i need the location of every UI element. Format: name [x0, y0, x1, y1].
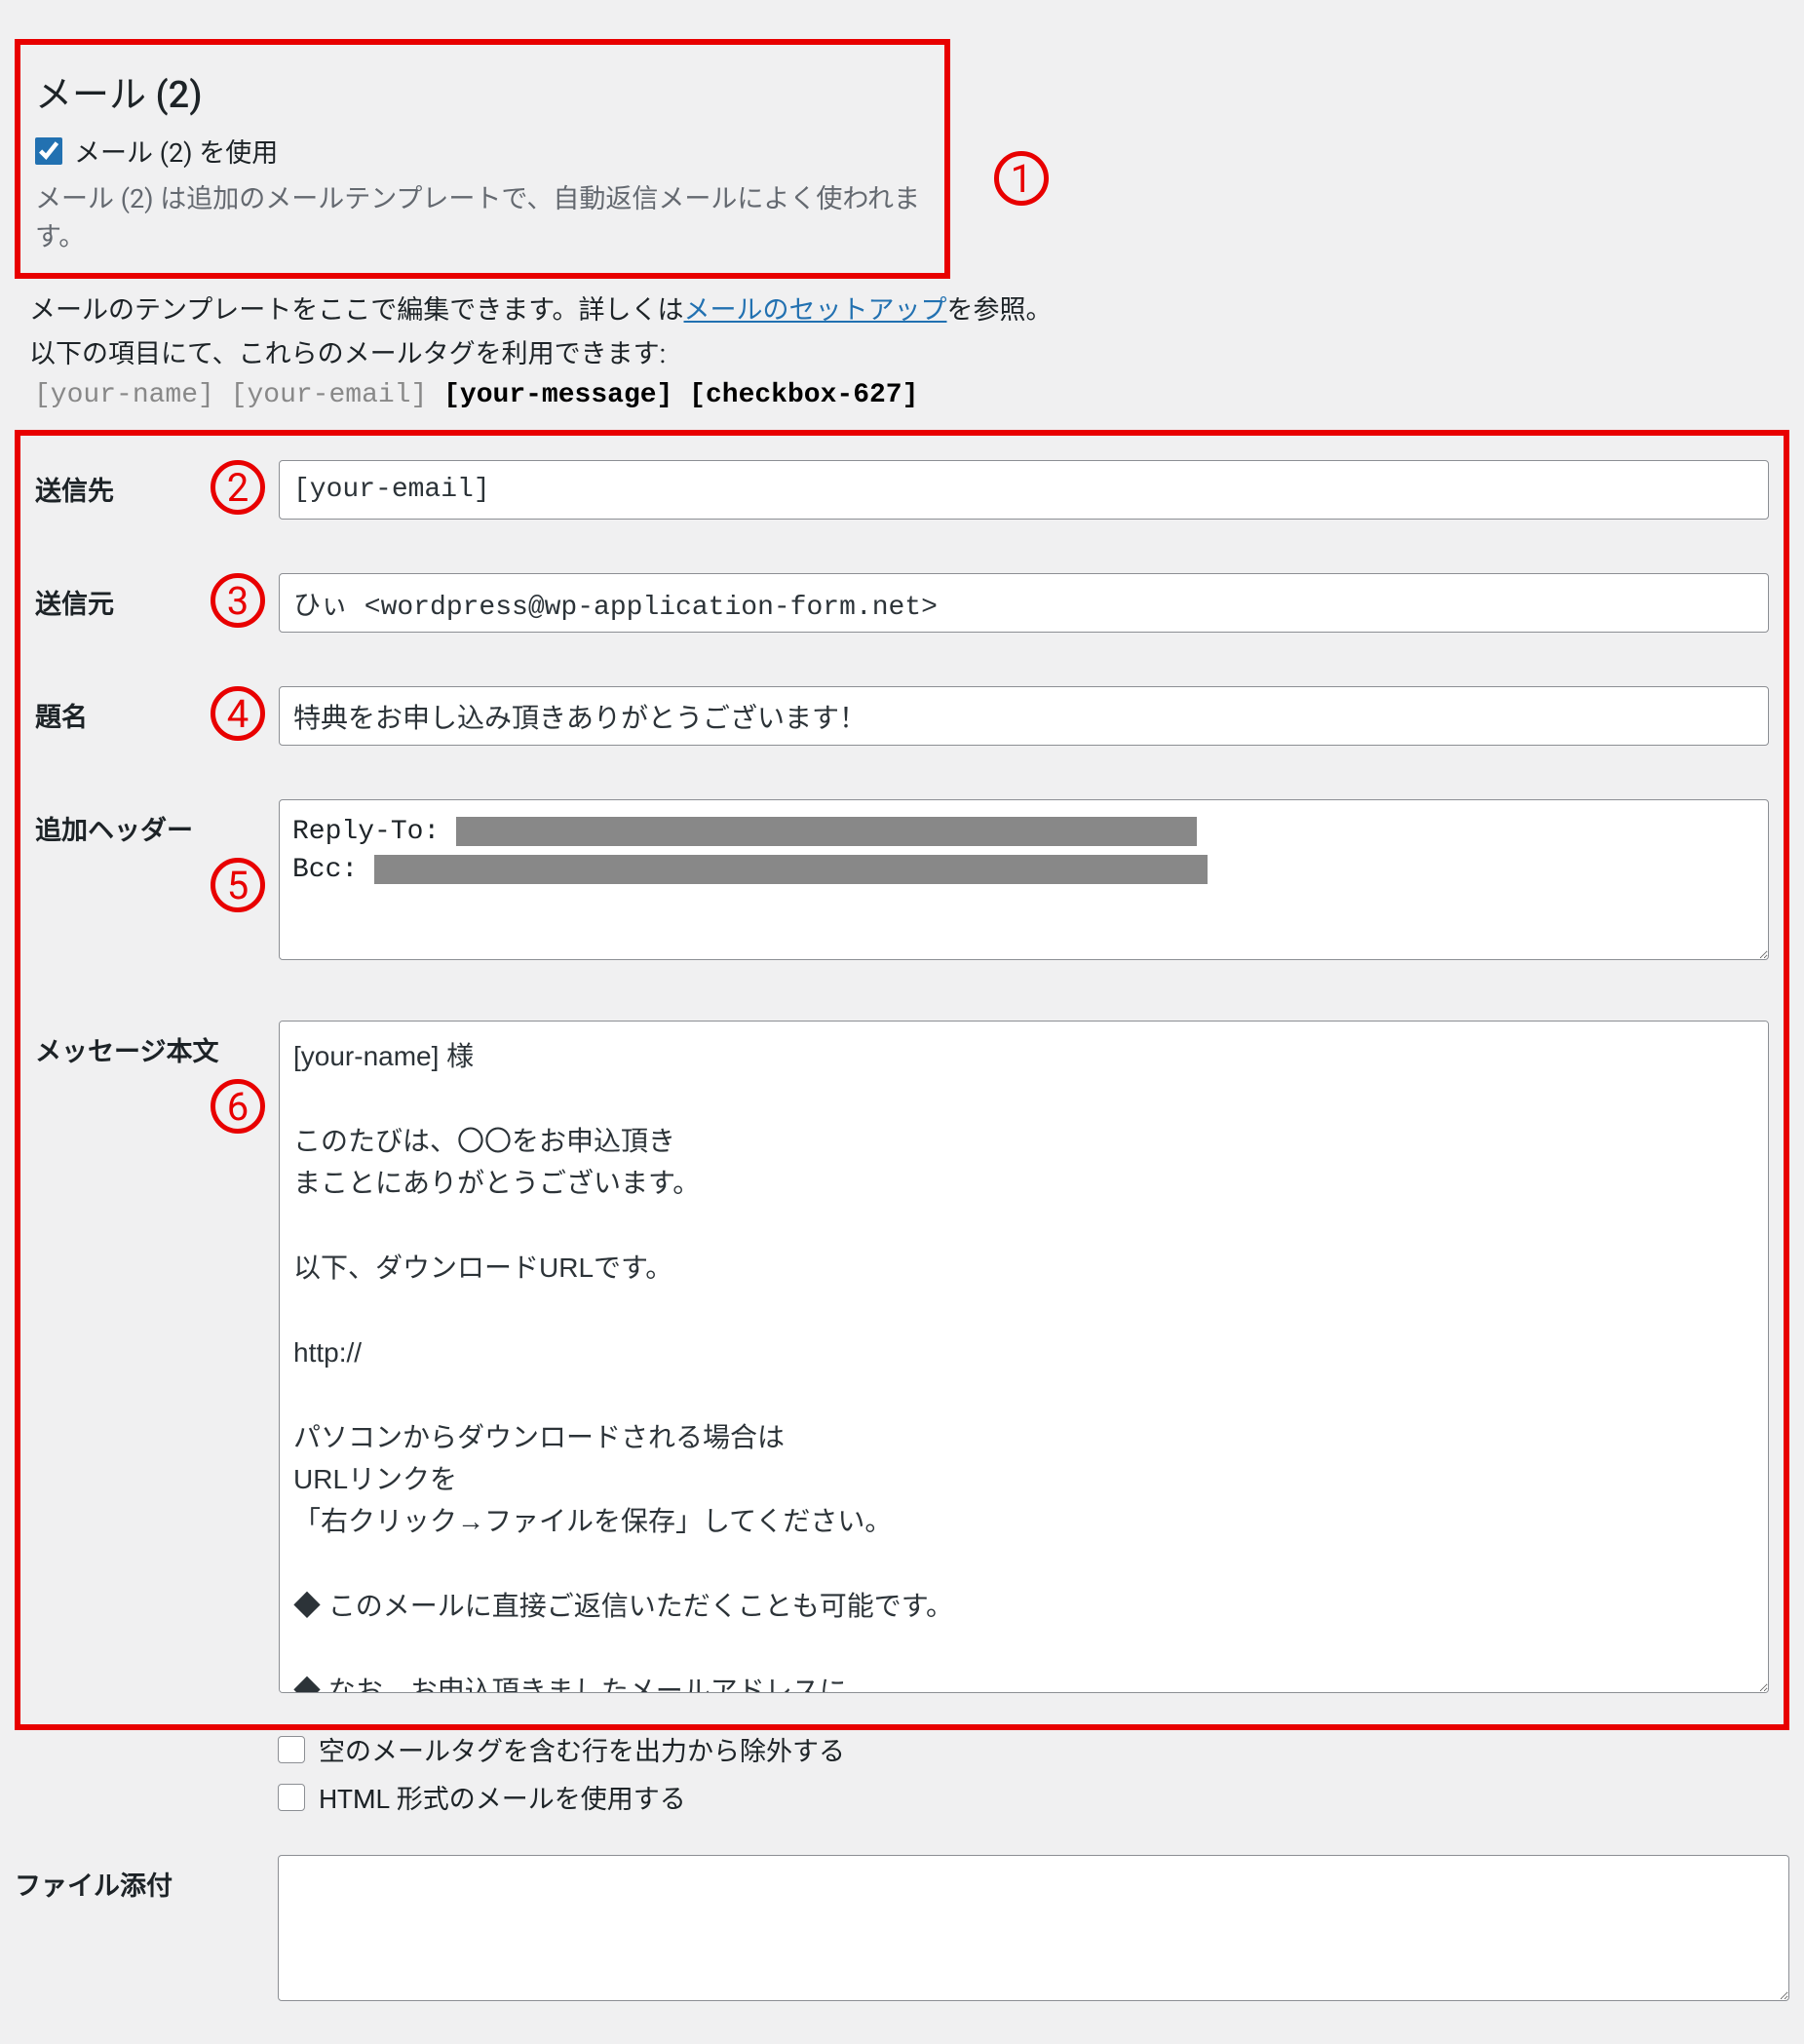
mail-tags-intro: 以下の項目にて、これらのメールタグを利用できます:	[29, 332, 1789, 370]
mail-tag-yourmessage[interactable]: [your-message]	[443, 380, 672, 410]
file-attachments-textarea[interactable]	[278, 1855, 1789, 2001]
exclude-blank-checkbox[interactable]	[278, 1736, 305, 1763]
annotation-4: 4	[211, 686, 265, 741]
subject-row: 題名 4	[35, 686, 1769, 746]
use-html-checkbox[interactable]	[278, 1784, 305, 1811]
file-attachments-label: ファイル添付	[15, 1855, 278, 2008]
mail2-title: メール (2)	[35, 64, 925, 118]
mail-tag-yourname[interactable]: [your-name]	[34, 380, 214, 410]
annotation-5: 5	[211, 858, 265, 912]
annotation-3: 3	[211, 573, 265, 628]
template-info-text: メールのテンプレートをここで編集できます。詳しくはメールのセットアップを参照。	[29, 289, 1789, 327]
mail-tags-list: [your-name] [your-email] [your-message] …	[34, 380, 1789, 410]
use-mail2-checkbox-row: メール (2) を使用	[35, 132, 925, 170]
mail-setup-link[interactable]: メールのセットアップ	[684, 294, 947, 326]
exclude-blank-row: 空のメールタグを含む行を出力から除外する	[278, 1730, 1789, 1768]
mail-tag-youremail[interactable]: [your-email]	[231, 380, 428, 410]
sender-row: 送信元 3	[35, 573, 1769, 633]
additional-headers-row: 追加ヘッダー 5 Reply-To: Bcc:	[35, 799, 1769, 967]
use-html-label: HTML 形式のメールを使用する	[319, 1778, 686, 1816]
message-body-row: メッセージ本文 6	[35, 1021, 1769, 1700]
recipient-input[interactable]	[279, 460, 1769, 520]
recipient-row: 送信先 2	[35, 460, 1769, 520]
use-html-row: HTML 形式のメールを使用する	[278, 1778, 1789, 1816]
annotation-1: 1	[994, 151, 1049, 206]
mail2-fields-section: 送信先 2 送信元 3 題名 4 追加ヘッダー 5 Reply-To: Bcc:	[15, 430, 1789, 1730]
file-attachments-row: ファイル添付	[15, 1855, 1789, 2008]
subject-input[interactable]	[279, 686, 1769, 746]
message-body-textarea[interactable]	[279, 1021, 1769, 1693]
use-mail2-checkbox[interactable]	[35, 137, 62, 165]
additional-headers-textarea[interactable]	[279, 799, 1769, 960]
annotation-6: 6	[211, 1079, 265, 1134]
annotation-2: 2	[211, 460, 265, 515]
use-mail2-label: メール (2) を使用	[74, 132, 278, 170]
sender-input[interactable]	[279, 573, 1769, 633]
mail2-header-section: メール (2) メール (2) を使用 メール (2) は追加のメールテンプレー…	[15, 39, 950, 279]
mail-tag-checkbox627[interactable]: [checkbox-627]	[689, 380, 918, 410]
mail2-description: メール (2) は追加のメールテンプレートで、自動返信メールによく使われます。	[35, 177, 925, 253]
message-body-options: 空のメールタグを含む行を出力から除外する HTML 形式のメールを使用する	[278, 1730, 1789, 1816]
exclude-blank-label: 空のメールタグを含む行を出力から除外する	[319, 1730, 845, 1768]
